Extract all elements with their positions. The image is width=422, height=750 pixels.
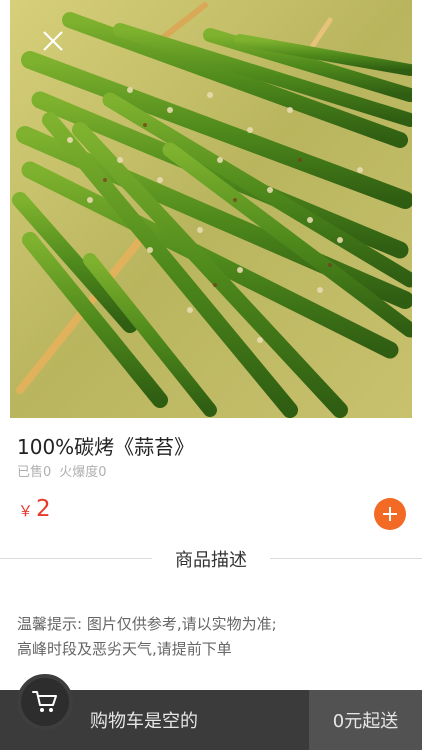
close-icon — [43, 31, 63, 51]
sold-count: 已售0 — [17, 465, 52, 480]
add-to-cart-button[interactable] — [374, 498, 406, 530]
currency-symbol: ￥ — [18, 502, 34, 520]
cart-icon — [32, 691, 57, 712]
close-button[interactable] — [38, 26, 68, 56]
description-text: 温馨提示: 图片仅供参考,请以实物为准; 高峰时段及恶劣天气,请提前下单 — [17, 612, 407, 662]
grilled-garlic-scapes-photo — [10, 0, 412, 418]
divider-right — [270, 558, 422, 559]
price: ￥ 2 — [18, 496, 51, 522]
price-value: 2 — [36, 496, 51, 522]
product-title: 100%碳烤《蒜苔》 — [17, 435, 195, 459]
plus-icon — [383, 507, 397, 521]
popularity: 火爆度0 — [59, 465, 107, 480]
min-order-button[interactable]: 0元起送 — [309, 690, 422, 750]
product-stats: 已售0 火爆度0 — [17, 461, 107, 480]
cart-empty-label: 购物车是空的 — [90, 711, 198, 732]
tip-line-2: 高峰时段及恶劣天气,请提前下单 — [17, 640, 232, 658]
product-image — [10, 0, 412, 418]
tip-line-1: 温馨提示: 图片仅供参考,请以实物为准; — [17, 615, 277, 633]
description-header: 商品描述 — [0, 546, 422, 572]
cart-button[interactable] — [17, 674, 73, 730]
description-heading: 商品描述 — [175, 550, 247, 571]
